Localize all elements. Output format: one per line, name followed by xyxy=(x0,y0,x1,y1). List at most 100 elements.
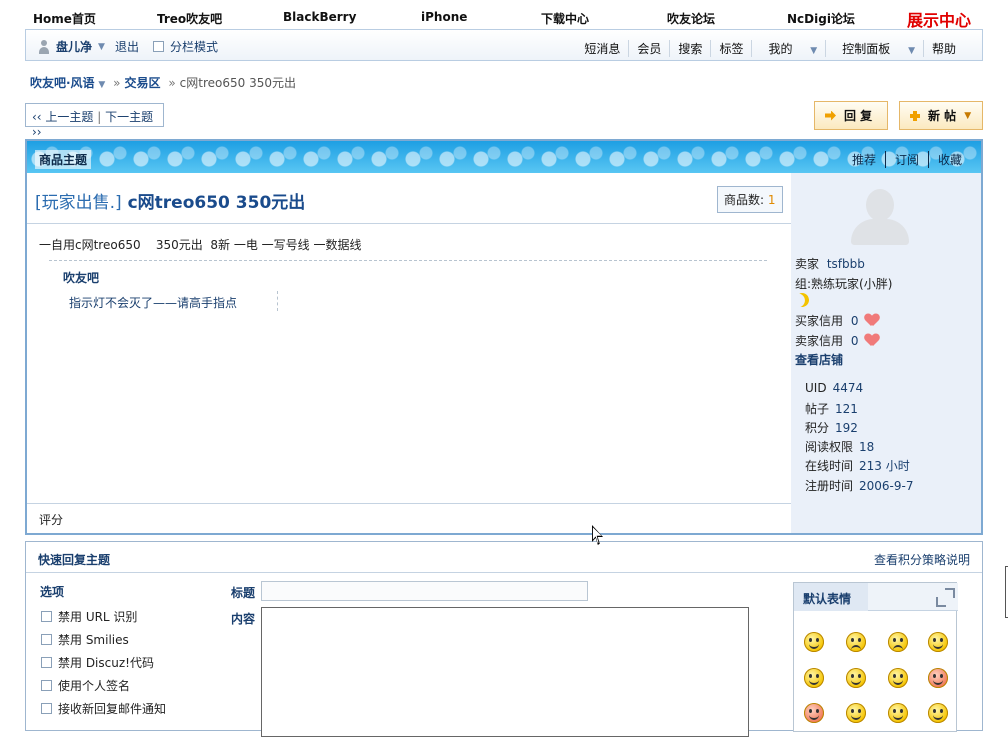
option-label: 禁用 URL 识别 xyxy=(58,610,138,624)
seller-credit-value: 0 xyxy=(850,334,859,348)
divider xyxy=(27,223,791,224)
option-disable-smilies[interactable]: 禁用 Smilies xyxy=(41,631,129,648)
prev-thread-link[interactable]: ‹‹ 上一主题 xyxy=(32,110,93,124)
split-mode-checkbox[interactable] xyxy=(152,41,164,52)
menu-help[interactable]: 帮助 xyxy=(922,40,964,57)
view-shop-link[interactable]: 查看店铺 xyxy=(795,351,843,368)
thread-nav-divider: | xyxy=(97,110,102,124)
menu-messages[interactable]: 短消息 xyxy=(576,40,628,57)
menu-my-label: 我的 xyxy=(768,42,793,56)
smiley-icon[interactable] xyxy=(928,703,948,723)
moon-icon xyxy=(793,291,811,309)
menu-search[interactable]: 搜索 xyxy=(669,40,710,57)
breadcrumb-forum[interactable]: 吹友吧·风语 xyxy=(30,76,95,90)
username-link[interactable]: 盘儿净 xyxy=(56,38,92,55)
quote-author[interactable]: 吹友吧 xyxy=(63,269,99,286)
stat-value: 192 xyxy=(835,421,858,435)
nav-ncdigi[interactable]: NcDigi论坛 xyxy=(787,10,855,27)
smiley-icon[interactable] xyxy=(804,703,824,723)
breadcrumb-section[interactable]: 交易区 xyxy=(124,76,160,90)
smiley-icon[interactable] xyxy=(846,632,866,652)
subject-input[interactable] xyxy=(261,581,588,601)
chevron-down-icon: ▼ xyxy=(964,110,972,121)
stat-label: 注册时间 xyxy=(805,479,854,493)
quote-text[interactable]: 指示灯不会灭了——请高手指点 xyxy=(69,294,237,311)
stat-register-date: 注册时间 2006-9-7 xyxy=(805,477,913,494)
new-post-button[interactable]: 新 帖 ▼ xyxy=(899,101,983,130)
logout-link[interactable]: 退出 xyxy=(115,38,139,55)
buyer-credit: 买家信用 0 xyxy=(795,312,879,329)
option-disable-discuz-code[interactable]: 禁用 Discuz!代码 xyxy=(41,654,154,671)
checkbox[interactable] xyxy=(41,680,52,691)
nav-download[interactable]: 下载中心 xyxy=(541,10,589,27)
stat-value: 4474 xyxy=(832,381,864,395)
option-email-notify[interactable]: 接收新回复邮件通知 xyxy=(41,700,166,717)
goods-count-value: 1 xyxy=(767,193,776,207)
favorite-link[interactable]: 收藏 xyxy=(927,151,971,168)
nav-forum[interactable]: 吹友论坛 xyxy=(667,10,715,27)
divider xyxy=(49,260,767,261)
user-icon xyxy=(38,39,50,54)
seller-sidebar: 卖家 tsfbbb 组:熟练玩家(小胖) 买家信用 0 卖家信用 0 查看店铺 … xyxy=(791,173,981,533)
option-use-signature[interactable]: 使用个人签名 xyxy=(41,677,130,694)
smiley-icon[interactable] xyxy=(804,668,824,688)
seller-label: 卖家 xyxy=(795,257,820,271)
menu-members[interactable]: 会员 xyxy=(628,40,669,57)
option-label: 禁用 Discuz!代码 xyxy=(58,656,154,670)
nav-home[interactable]: Home首页 xyxy=(33,10,96,27)
post-category-tag[interactable]: [玩家出售.] xyxy=(35,193,122,213)
menu-tags[interactable]: 标签 xyxy=(710,40,751,57)
smiley-icon[interactable] xyxy=(928,632,948,652)
smiley-icon[interactable] xyxy=(804,632,824,652)
avatar[interactable] xyxy=(847,185,913,247)
nav-showcase[interactable]: 展示中心 xyxy=(907,7,971,31)
split-mode-label[interactable]: 分栏模式 xyxy=(170,38,218,55)
seller-line: 卖家 tsfbbb xyxy=(795,255,865,272)
reply-button[interactable]: 回 复 xyxy=(814,101,888,130)
chevron-down-icon[interactable]: ▼ xyxy=(98,80,105,90)
moon-rank xyxy=(795,293,809,310)
chevron-down-icon[interactable]: ▼ xyxy=(98,42,105,52)
post-title: [玩家出售.] c网treo650 350元出 xyxy=(35,188,305,213)
avatar-body xyxy=(851,219,909,245)
buyer-credit-value: 0 xyxy=(850,314,859,328)
smiley-icon[interactable] xyxy=(928,668,948,688)
heart-icon xyxy=(865,334,879,346)
breadcrumb-separator: » xyxy=(168,76,176,90)
stat-posts: 帖子 121 xyxy=(805,400,858,417)
stat-online-time: 在线时间 213 小时 xyxy=(805,457,910,474)
checkbox[interactable] xyxy=(41,657,52,668)
seller-group: 组:熟练玩家(小胖) xyxy=(795,277,893,291)
points-policy-link[interactable]: 查看积分策略说明 xyxy=(874,551,970,568)
nav-blackberry[interactable]: BlackBerry xyxy=(283,10,356,24)
chevron-down-icon: ▼ xyxy=(908,46,915,56)
menu-my[interactable]: 我的 ▼ xyxy=(751,40,825,57)
subscribe-link[interactable]: 订阅 xyxy=(884,151,928,168)
smiley-icon[interactable] xyxy=(888,668,908,688)
stat-label: 阅读权限 xyxy=(805,440,854,454)
checkbox[interactable] xyxy=(41,611,52,622)
seller-name[interactable]: tsfbbb xyxy=(827,257,865,271)
smilies-tab-default[interactable]: 默认表情 xyxy=(794,583,868,611)
recommend-link[interactable]: 推荐 xyxy=(843,151,885,168)
thread-nav: ‹‹ 上一主题 | 下一主题 ›› xyxy=(25,103,164,139)
checkbox[interactable] xyxy=(41,634,52,645)
smilies-panel: 默认表情 xyxy=(793,582,958,732)
smiley-icon[interactable] xyxy=(846,703,866,723)
expand-icon[interactable] xyxy=(935,587,955,607)
menu-control-panel[interactable]: 控制面板 ▼ xyxy=(825,40,923,57)
smiley-icon[interactable] xyxy=(888,632,908,652)
nav-treo[interactable]: Treo吹友吧 xyxy=(157,10,222,27)
smiley-icon[interactable] xyxy=(846,668,866,688)
divider xyxy=(277,291,278,311)
nav-iphone[interactable]: iPhone xyxy=(421,10,467,24)
checkbox[interactable] xyxy=(41,703,52,714)
goods-count-box[interactable]: 商品数: 1 xyxy=(717,186,783,213)
stat-points: 积分 192 xyxy=(805,419,858,436)
prev-thread-label: 上一主题 xyxy=(45,110,94,124)
quick-reply-header: 快速回复主题 查看积分策略说明 xyxy=(26,542,982,573)
content-textarea[interactable] xyxy=(261,607,749,737)
plus-icon xyxy=(910,110,920,121)
option-disable-url[interactable]: 禁用 URL 识别 xyxy=(41,608,137,625)
smiley-icon[interactable] xyxy=(888,703,908,723)
